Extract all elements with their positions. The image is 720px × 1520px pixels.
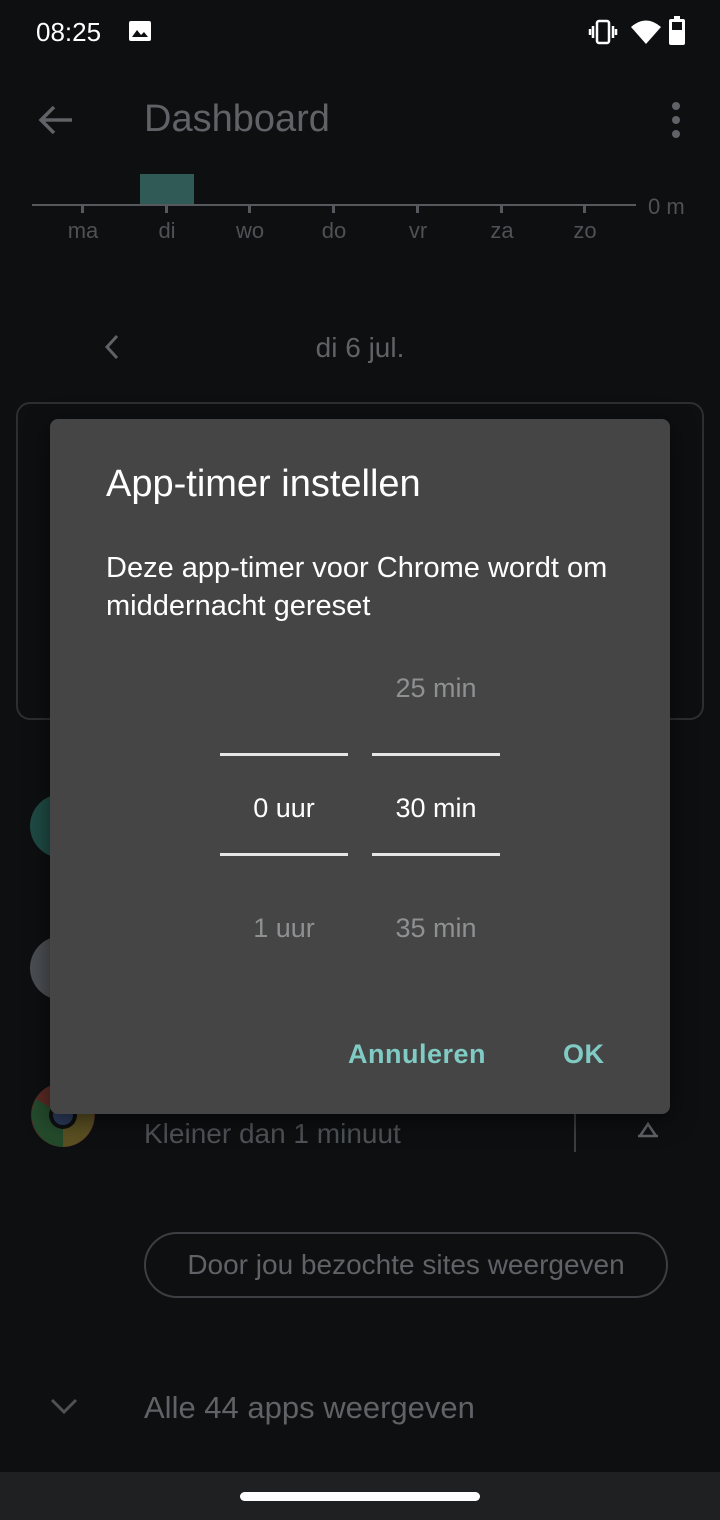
- chart-day-label[interactable]: do: [304, 218, 364, 244]
- picker-divider: [372, 753, 500, 756]
- chart-tick: [81, 205, 84, 213]
- picker-divider: [220, 853, 348, 856]
- chart-day-label[interactable]: ma: [53, 218, 113, 244]
- home-gesture-handle[interactable]: [240, 1492, 480, 1501]
- chart-tick: [165, 205, 168, 213]
- dialog-title: App-timer instellen: [106, 463, 421, 505]
- picker-divider: [220, 753, 348, 756]
- chart-unit-label: 0 m: [648, 194, 685, 219]
- chart-day-label[interactable]: di: [137, 218, 197, 244]
- wifi-icon: [631, 20, 661, 44]
- more-options-icon[interactable]: [666, 100, 686, 140]
- show-all-apps-label: Alle 44 apps weergeven: [144, 1390, 475, 1425]
- vibrate-icon: [588, 19, 618, 45]
- row-divider: [574, 1108, 576, 1152]
- chrome-usage-text: Kleiner dan 1 minuut: [144, 1118, 401, 1149]
- chart-tick: [248, 205, 251, 213]
- hours-picker[interactable]: 0 uur 1 uur: [220, 639, 348, 959]
- picker-divider: [372, 853, 500, 856]
- minutes-picker[interactable]: 25 min 30 min 35 min: [372, 639, 500, 959]
- image-notification-icon: [129, 21, 151, 41]
- page-title: Dashboard: [144, 98, 330, 140]
- ok-button[interactable]: OK: [563, 1039, 605, 1070]
- minutes-picker-selected[interactable]: 30 min: [372, 793, 500, 824]
- chart-tick: [583, 205, 586, 213]
- chart-day-label[interactable]: za: [472, 218, 532, 244]
- navigation-bar: [0, 1472, 720, 1520]
- chevron-down-icon: [50, 1398, 78, 1415]
- chart-tick: [416, 205, 419, 213]
- battery-icon: [669, 16, 685, 45]
- chart-tick: [500, 205, 503, 213]
- cancel-button[interactable]: Annuleren: [348, 1039, 486, 1070]
- chevron-left-icon[interactable]: [100, 332, 124, 362]
- back-arrow-icon[interactable]: [36, 100, 76, 140]
- chart-tick: [332, 205, 335, 213]
- visited-sites-button[interactable]: Door jou bezochte sites weergeven: [144, 1232, 668, 1298]
- hours-picker-next[interactable]: 1 uur: [220, 913, 348, 944]
- chart-day-label[interactable]: vr: [388, 218, 448, 244]
- chart-day-label[interactable]: zo: [555, 218, 615, 244]
- status-bar: 08:25: [0, 0, 720, 64]
- app-timer-dialog: App-timer instellen Deze app-timer voor …: [50, 419, 670, 1114]
- chart-bar-di[interactable]: [140, 174, 194, 205]
- chart-day-label[interactable]: wo: [220, 218, 280, 244]
- usage-chart: ma di wo do vr za zo 0 m: [0, 164, 720, 264]
- minutes-picker-next[interactable]: 35 min: [372, 913, 500, 944]
- status-time: 08:25: [36, 17, 102, 47]
- hours-picker-selected[interactable]: 0 uur: [220, 793, 348, 824]
- hourglass-icon[interactable]: [634, 1110, 662, 1138]
- dialog-message: Deze app-timer voor Chrome wordt om midd…: [106, 552, 608, 622]
- minutes-picker-prev[interactable]: 25 min: [372, 673, 500, 704]
